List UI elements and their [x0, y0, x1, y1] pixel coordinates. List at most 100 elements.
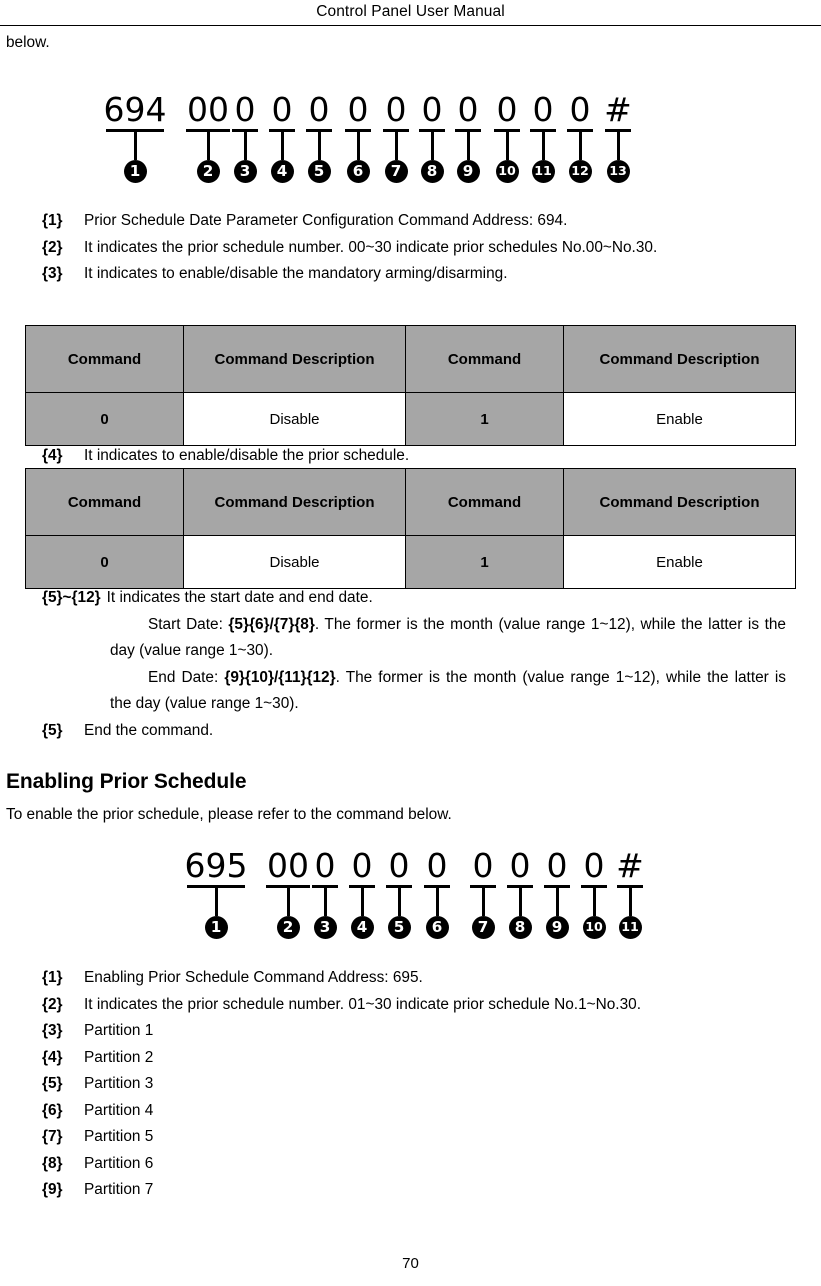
list-item-tag: {5}: [42, 1075, 63, 1092]
list-item-tag: {3}: [42, 265, 63, 282]
parameter-list-694: {1} Prior Schedule Date Parameter Configu…: [0, 208, 790, 288]
table-cell: Disable: [183, 535, 406, 589]
list-item-text: It indicates to enable/disable the manda…: [84, 265, 508, 282]
end-command-row: {5} End the command.: [0, 718, 790, 745]
command-segment-13: #13: [578, 92, 658, 183]
table-cell: Disable: [183, 392, 406, 446]
mandatory-arming-command-table: Command Command Description Command Command…: [25, 325, 796, 446]
list-item: {4} It indicates to enable/disable the pr…: [0, 443, 790, 470]
end-command-text: End the command.: [84, 721, 214, 739]
list-item-text: Partition 1: [84, 1022, 154, 1039]
list-item-text: Prior Schedule Date Parameter Configurat…: [84, 212, 568, 229]
list-item-tag: {2}: [42, 995, 63, 1013]
table-header-cell: Command Description: [563, 325, 796, 393]
list-item-tag: {6}: [42, 1101, 63, 1119]
header-divider: [0, 25, 821, 26]
list-item-text: Partition 2: [84, 1048, 154, 1066]
table-header-cell: Command: [25, 468, 184, 536]
list-item-tag: {1}: [42, 212, 63, 229]
list-item-text: Enabling Prior Schedule Command Address:…: [84, 969, 423, 986]
list-item-tag: {9}: [42, 1181, 63, 1198]
intro-below-text: below.: [6, 34, 50, 51]
segment-leader-line-11: [628, 888, 632, 916]
list-item: {2} It indicates the prior schedule numbe…: [0, 235, 790, 262]
table-cell: Enable: [563, 535, 796, 589]
list-item-text: Partition 4: [84, 1101, 154, 1119]
segment-marker-1: 1: [204, 916, 228, 939]
table-header-cell: Command Description: [183, 468, 406, 536]
list-item-text: Partition 5: [84, 1128, 154, 1145]
list-item: {2} It indicates the prior schedule numbe…: [0, 992, 790, 1019]
list-item: {8} Partition 6: [0, 1151, 790, 1178]
table-header-cell: Command: [405, 325, 564, 393]
list-item: {6} Partition 4: [0, 1098, 790, 1125]
table-header-cell: Command Description: [563, 468, 796, 536]
list-item-text: Partition 3: [84, 1075, 154, 1092]
start-date-codes: {5}{6}/{7}{8}: [228, 615, 315, 633]
date-range-description-block: {5}~{12} It indicates the start date and…: [0, 585, 790, 744]
table-cell: 1: [405, 392, 564, 446]
segment-leader-line-1: [133, 132, 137, 160]
list-item: {9} Partition 7: [0, 1177, 790, 1204]
end-date-codes: {9}{10}/{11}{12}: [224, 668, 336, 686]
segment-leader-line-6: [435, 888, 439, 916]
list-item: {1} Enabling Prior Schedule Command Addre…: [0, 965, 790, 992]
segment-value-11: #: [616, 846, 644, 885]
page-number: 70: [402, 1255, 419, 1272]
list-item-tag: {1}: [42, 969, 63, 986]
table-cell: 0: [25, 392, 184, 446]
command-segment-11: #11: [590, 848, 670, 939]
list-item-tag: {4}: [42, 447, 63, 464]
table-cell: Enable: [563, 392, 796, 446]
table-row: 0 Disable 1 Enable: [25, 392, 796, 446]
command-segment-1: 695 1: [176, 848, 256, 939]
section-intro-text: To enable the prior schedule, please ref…: [6, 806, 452, 823]
list-item: {3} It indicates to enable/disable the ma…: [0, 261, 790, 288]
command-format-diagram-694: 694 1 00 2 0 3 0 4 0 5 0 6 0 7 0 8 0 9 0 10 0 11 0 12 #13: [0, 92, 821, 200]
list-item: {4} Partition 2: [0, 1045, 790, 1072]
end-date-label: End Date:: [148, 668, 225, 686]
table-cell: 1: [405, 535, 564, 589]
list-item-tag: {2}: [42, 238, 63, 256]
parameter-list-item-4: {4} It indicates to enable/disable the pr…: [0, 443, 790, 470]
list-item: {3} Partition 1: [0, 1018, 790, 1045]
list-item: {1} Prior Schedule Date Parameter Configu…: [0, 208, 790, 235]
list-item: {7} Partition 5: [0, 1124, 790, 1151]
command-segment-1: 694 1: [95, 92, 175, 183]
table-header-cell: Command: [405, 468, 564, 536]
table-row: 0 Disable 1 Enable: [25, 535, 796, 589]
segment-marker-11: 11: [618, 916, 642, 939]
list-item: {5} Partition 3: [0, 1071, 790, 1098]
segment-leader-line-1: [214, 888, 218, 916]
command-format-diagram-695: 695 1 00 2 0 3 0 4 0 5 0 6 0 7 0 8 0 9 0 10 #11: [0, 848, 821, 956]
list-item-tag: {4}: [42, 1048, 63, 1066]
page-header: Control Panel User Manual: [0, 0, 821, 26]
table-header-row: Command Command Description Command Command…: [25, 468, 796, 536]
list-item-text: Partition 6: [84, 1154, 154, 1172]
end-date-paragraph: End Date: {9}{10}/{11}{12}. The former i…: [0, 665, 790, 718]
end-command-tag: {5}: [42, 721, 63, 739]
date-range-row: {5}~{12} It indicates the start date and…: [0, 585, 790, 612]
parameter-list-695: {1} Enabling Prior Schedule Command Addre…: [0, 965, 790, 1204]
date-range-tag: {5}~{12}: [42, 589, 101, 606]
list-item-text: It indicates the prior schedule number. …: [84, 238, 658, 256]
list-item-text: It indicates to enable/disable the prior…: [84, 447, 410, 464]
table-header-row: Command Command Description Command Command…: [25, 325, 796, 393]
list-item-tag: {8}: [42, 1154, 63, 1172]
start-date-label: Start Date:: [148, 615, 229, 633]
segment-value-1: 695: [184, 846, 248, 885]
page-header-title: Control Panel User Manual: [316, 3, 505, 20]
start-date-paragraph: Start Date: {5}{6}/{7}{8}. The former is…: [0, 612, 790, 665]
segment-marker-1: 1: [123, 160, 147, 183]
segment-leader-line-13: [616, 132, 620, 160]
list-item-text: It indicates the prior schedule number. …: [84, 995, 641, 1013]
table-cell: 0: [25, 535, 184, 589]
segment-marker-13: 13: [606, 160, 630, 183]
segment-value-13: #: [604, 90, 632, 129]
date-range-text: It indicates the start date and end date…: [106, 589, 373, 606]
table-header-cell: Command Description: [183, 325, 406, 393]
segment-value-1: 694: [103, 90, 167, 129]
section-heading-enabling-prior-schedule: Enabling Prior Schedule: [6, 770, 247, 793]
prior-schedule-enable-command-table: Command Command Description Command Command…: [25, 468, 796, 589]
list-item-text: Partition 7: [84, 1181, 154, 1198]
